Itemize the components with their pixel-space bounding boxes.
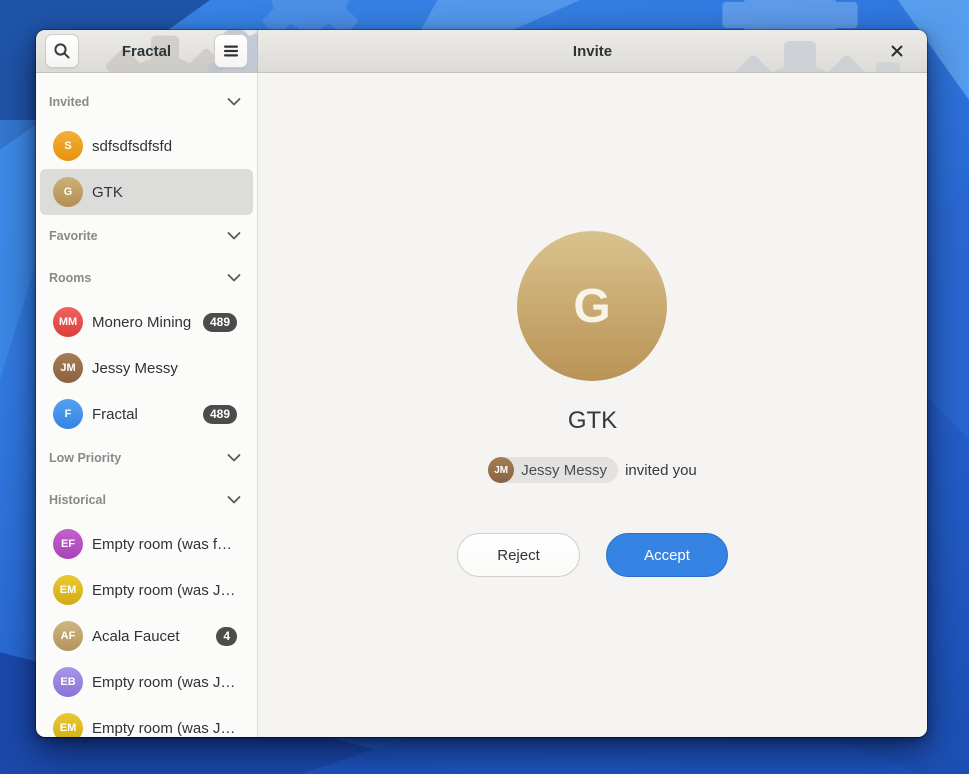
- avatar-initials: JM: [60, 362, 75, 374]
- inviter-pill: JM Jessy Messy: [488, 457, 618, 483]
- room-name: Monero Mining: [92, 314, 194, 331]
- list-item[interactable]: AF Acala Faucet 4: [40, 613, 253, 659]
- section-label: Rooms: [49, 271, 91, 285]
- list-item-selected[interactable]: G GTK: [40, 169, 253, 215]
- invite-headerbar: Invite: [258, 30, 927, 73]
- list-item[interactable]: EF Empty room (was frac…: [40, 521, 253, 567]
- sidebar-section-rooms[interactable]: Rooms: [36, 257, 257, 299]
- inviter-name: Jessy Messy: [521, 462, 607, 479]
- search-icon: [53, 42, 71, 60]
- inviter-avatar: JM: [488, 457, 514, 483]
- sidebar-section-invited[interactable]: Invited: [36, 81, 257, 123]
- section-label: Invited: [49, 95, 89, 109]
- hamburger-menu-icon: [223, 45, 239, 57]
- avatar: EF: [53, 529, 83, 559]
- avatar-initials: F: [65, 408, 72, 420]
- avatar: EM: [53, 713, 83, 737]
- sidebar-headerbar: Fractal: [36, 30, 258, 73]
- avatar-initials: EB: [60, 676, 75, 688]
- fractal-window: Fractal Invite Invited S sdfsdfs: [36, 30, 927, 737]
- section-label: Low Priority: [49, 451, 121, 465]
- avatar-initials: EM: [60, 722, 77, 734]
- room-name: Acala Faucet: [92, 628, 207, 645]
- sidebar-section-low-priority[interactable]: Low Priority: [36, 437, 257, 479]
- avatar-initials: JM: [494, 465, 508, 476]
- room-name: GTK: [92, 184, 237, 201]
- reject-button[interactable]: Reject: [457, 533, 580, 577]
- avatar-initials: EM: [60, 584, 77, 596]
- unread-badge: 489: [203, 405, 237, 424]
- room-list: Invited S sdfsdfsdfsfd G GTK Favorite Ro…: [36, 73, 258, 737]
- main-menu-button[interactable]: [214, 34, 248, 68]
- section-label: Historical: [49, 493, 106, 507]
- list-item[interactable]: EM Empty room (was Jes…: [40, 705, 253, 737]
- avatar: G: [53, 177, 83, 207]
- unread-badge: 489: [203, 313, 237, 332]
- avatar: AF: [53, 621, 83, 651]
- gear-icon: [715, 38, 885, 73]
- room-name: Jessy Messy: [92, 360, 237, 377]
- chevron-down-icon[interactable]: [227, 98, 241, 106]
- avatar: JM: [53, 353, 83, 383]
- accept-button[interactable]: Accept: [606, 533, 728, 577]
- list-item[interactable]: EM Empty room (was Jes…: [40, 567, 253, 613]
- close-icon: [891, 45, 903, 57]
- unread-badge: 4: [216, 627, 237, 646]
- chevron-down-icon[interactable]: [227, 496, 241, 504]
- avatar-initials: MM: [59, 316, 77, 328]
- chevron-down-icon[interactable]: [227, 454, 241, 462]
- sidebar-section-historical[interactable]: Historical: [36, 479, 257, 521]
- avatar: F: [53, 399, 83, 429]
- room-name: Empty room (was Jes…: [92, 582, 237, 599]
- avatar-initials: EF: [61, 538, 75, 550]
- room-name: Empty room (was frac…: [92, 536, 237, 553]
- avatar: EB: [53, 667, 83, 697]
- avatar: EM: [53, 575, 83, 605]
- avatar-initials: G: [64, 186, 73, 198]
- section-label: Favorite: [49, 229, 98, 243]
- list-item[interactable]: F Fractal 489: [40, 391, 253, 437]
- chevron-down-icon[interactable]: [227, 274, 241, 282]
- avatar: S: [53, 131, 83, 161]
- room-avatar: G: [517, 231, 667, 381]
- close-window-button[interactable]: [881, 30, 913, 72]
- invite-pane: G GTK JM Jessy Messy invited you Reject …: [258, 73, 927, 737]
- room-avatar-initial: G: [573, 279, 610, 334]
- inviter-line: JM Jessy Messy invited you: [258, 457, 927, 483]
- avatar-initials: S: [64, 140, 71, 152]
- list-item[interactable]: S sdfsdfsdfsfd: [40, 123, 253, 169]
- invite-actions: Reject Accept: [258, 533, 927, 577]
- list-item[interactable]: JM Jessy Messy: [40, 345, 253, 391]
- search-button[interactable]: [45, 34, 79, 68]
- chevron-down-icon[interactable]: [227, 232, 241, 240]
- room-title: GTK: [258, 407, 927, 435]
- room-name: Empty room (was Jes…: [92, 720, 237, 737]
- room-name: sdfsdfsdfsfd: [92, 138, 237, 155]
- list-item[interactable]: EB Empty room (was Jes…: [40, 659, 253, 705]
- avatar-initials: AF: [61, 630, 76, 642]
- sidebar-title: Fractal: [85, 43, 208, 60]
- invited-you-text: invited you: [625, 462, 697, 479]
- room-name: Fractal: [92, 406, 194, 423]
- avatar: MM: [53, 307, 83, 337]
- page-title: Invite: [573, 43, 612, 60]
- sidebar-section-favorite[interactable]: Favorite: [36, 215, 257, 257]
- room-name: Empty room (was Jes…: [92, 674, 237, 691]
- list-item[interactable]: MM Monero Mining 489: [40, 299, 253, 345]
